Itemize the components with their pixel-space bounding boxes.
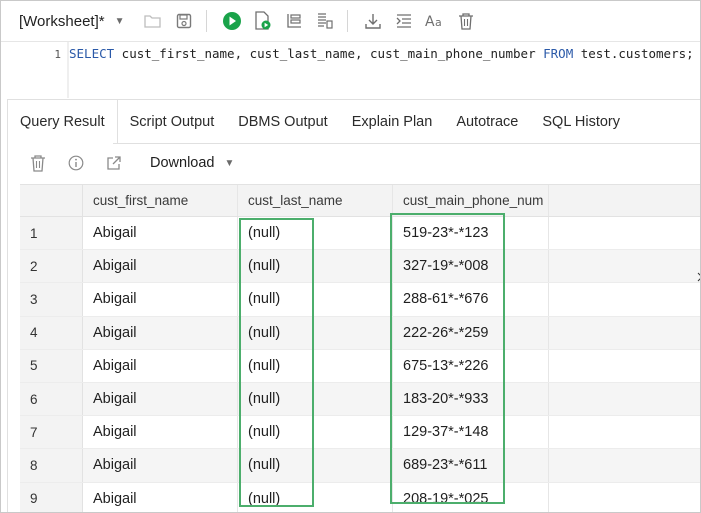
last-name-cell[interactable]: (null): [238, 482, 393, 512]
table-row[interactable]: 5 Abigail (null) 675-13*-*226: [20, 349, 700, 383]
table-row[interactable]: 3 Abigail (null) 288-61*-*676: [20, 283, 700, 317]
text-cursor-icon: [697, 272, 700, 282]
open-external-icon[interactable]: [102, 151, 126, 175]
table-row[interactable]: 1 Abigail (null) 519-23*-*123: [20, 217, 700, 251]
phone-cell[interactable]: 675-13*-*226: [393, 349, 549, 382]
toolbar-divider: [346, 10, 348, 32]
first-name-cell[interactable]: Abigail: [83, 316, 238, 349]
results-tabs: Query Result Script Output DBMS Output E…: [8, 100, 632, 144]
run-statement-icon[interactable]: [220, 9, 244, 33]
clear-icon[interactable]: [454, 9, 478, 33]
last-name-cell[interactable]: (null): [238, 283, 393, 316]
keyword-select: SELECT: [69, 46, 115, 61]
first-name-cell[interactable]: Abigail: [83, 217, 238, 250]
row-number: 5: [20, 349, 83, 382]
explain-plan-icon[interactable]: [282, 9, 306, 33]
first-name-cell[interactable]: Abigail: [83, 283, 238, 316]
sql-worksheet-window: [Worksheet]* ▼ Aa 1 SELECT cust_first_na…: [0, 0, 701, 513]
tab-query-result[interactable]: Query Result: [8, 100, 118, 144]
download-label: Download: [150, 155, 215, 171]
table-row[interactable]: 8 Abigail (null) 689-23*-*611: [20, 449, 700, 483]
first-name-cell[interactable]: Abigail: [83, 416, 238, 449]
tab-sql-history[interactable]: SQL History: [530, 100, 632, 144]
phone-cell[interactable]: 183-20*-*933: [393, 382, 549, 416]
table-name: test.customers;: [573, 46, 694, 61]
worksheet-selector[interactable]: [Worksheet]* ▼: [19, 6, 125, 36]
folder-open-icon[interactable]: [141, 9, 165, 33]
grid-body: 1 Abigail (null) 519-23*-*123 2 Abigail (null)…: [20, 217, 700, 512]
phone-cell[interactable]: 208-19*-*025: [393, 482, 549, 512]
row-number: 6: [20, 382, 83, 416]
sql-editor[interactable]: 1 SELECT cust_first_name, cust_last_name…: [1, 41, 700, 98]
format-icon[interactable]: [392, 9, 416, 33]
last-name-cell[interactable]: (null): [238, 250, 393, 283]
table-row[interactable]: 7 Abigail (null) 129-37*-*148: [20, 416, 700, 450]
toolbar-divider: [205, 10, 207, 32]
phone-cell[interactable]: 519-23*-*123: [393, 217, 549, 250]
column-list: cust_first_name, cust_last_name, cust_ma…: [114, 46, 544, 61]
table-row[interactable]: 9 Abigail (null) 208-19*-*025: [20, 482, 700, 512]
row-number: 2: [20, 250, 83, 283]
last-name-cell[interactable]: (null): [238, 416, 393, 449]
table-row[interactable]: 6 Abigail (null) 183-20*-*933: [20, 382, 700, 417]
phone-cell[interactable]: 288-61*-*676: [393, 283, 549, 316]
chevron-down-icon: ▼: [114, 15, 125, 27]
worksheet-name: [Worksheet]*: [19, 12, 105, 30]
download-icon[interactable]: [361, 9, 385, 33]
tab-script-output[interactable]: Script Output: [118, 100, 227, 144]
phone-cell[interactable]: 222-26*-*259: [393, 316, 549, 349]
run-script-icon[interactable]: [251, 9, 275, 33]
column-header[interactable]: cust_last_name: [238, 185, 393, 216]
row-number: 3: [20, 283, 83, 316]
last-name-cell[interactable]: (null): [238, 316, 393, 349]
row-number-header: [20, 185, 83, 216]
info-icon[interactable]: [64, 151, 88, 175]
column-header[interactable]: cust_first_name: [83, 185, 238, 216]
first-name-cell[interactable]: Abigail: [83, 482, 238, 512]
table-row[interactable]: 2 Abigail (null) 327-19*-*008: [20, 250, 700, 284]
row-number: 9: [20, 482, 83, 512]
line-gutter: 1: [1, 42, 67, 98]
keyword-from: FROM: [543, 46, 574, 61]
first-name-cell[interactable]: Abigail: [83, 250, 238, 283]
tab-dbms-output[interactable]: DBMS Output: [226, 100, 339, 144]
change-case-icon[interactable]: Aa: [423, 9, 447, 33]
result-grid: cust_first_name cust_last_name cust_main…: [20, 184, 700, 512]
row-number: 7: [20, 416, 83, 449]
autotrace-icon[interactable]: [313, 9, 337, 33]
grid-header: cust_first_name cust_last_name cust_main…: [20, 184, 700, 217]
results-panel: Query Result Script Output DBMS Output E…: [7, 99, 700, 512]
delete-icon[interactable]: [26, 151, 50, 175]
line-number: 1: [54, 48, 61, 61]
first-name-cell[interactable]: Abigail: [83, 449, 238, 482]
phone-cell[interactable]: 129-37*-*148: [393, 416, 549, 449]
last-name-cell[interactable]: (null): [238, 349, 393, 382]
phone-cell[interactable]: 689-23*-*611: [393, 449, 549, 482]
row-number: 1: [20, 217, 83, 250]
result-toolbar: Download ▼: [8, 150, 234, 176]
last-name-cell[interactable]: (null): [238, 217, 393, 250]
tab-autotrace[interactable]: Autotrace: [444, 100, 530, 144]
table-row[interactable]: 4 Abigail (null) 222-26*-*259: [20, 316, 700, 350]
last-name-cell[interactable]: (null): [238, 449, 393, 482]
worksheet-toolbar: [Worksheet]* ▼ Aa: [1, 1, 700, 41]
tab-explain-plan[interactable]: Explain Plan: [340, 100, 445, 144]
first-name-cell[interactable]: Abigail: [83, 382, 238, 416]
row-number: 8: [20, 449, 83, 482]
chevron-down-icon: ▼: [224, 157, 235, 169]
row-number: 4: [20, 316, 83, 349]
save-icon[interactable]: [172, 9, 196, 33]
svg-text:a: a: [435, 16, 442, 29]
svg-text:A: A: [425, 14, 435, 29]
last-name-cell[interactable]: (null): [238, 382, 393, 416]
tabs-divider: [113, 143, 700, 144]
phone-cell[interactable]: 327-19*-*008: [393, 250, 549, 283]
first-name-cell[interactable]: Abigail: [83, 349, 238, 382]
column-header[interactable]: cust_main_phone_num: [393, 185, 549, 216]
sql-statement[interactable]: SELECT cust_first_name, cust_last_name, …: [69, 46, 694, 61]
download-menu[interactable]: Download ▼: [150, 155, 234, 171]
